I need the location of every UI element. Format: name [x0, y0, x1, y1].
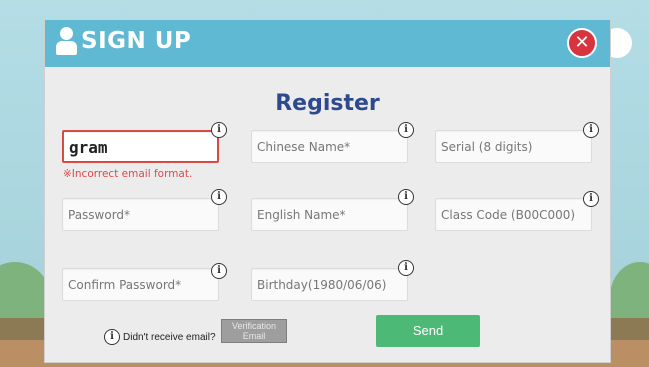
password-placeholder: Password* — [68, 208, 131, 222]
close-button[interactable]: ✕ — [567, 28, 597, 58]
email-field[interactable]: gram — [62, 130, 219, 163]
email-value: gram — [69, 138, 108, 157]
register-heading: Register — [275, 91, 380, 116]
chinese-name-placeholder: Chinese Name* — [257, 140, 351, 154]
dialog-header: SIGN UP ✕ — [45, 20, 610, 67]
english-name-field[interactable]: English Name* — [251, 198, 408, 231]
signup-dialog: SIGN UP ✕ Register gram i ※Incorrect ema… — [44, 19, 611, 363]
class-code-placeholder: Class Code (B00C000) — [441, 208, 576, 222]
serial-field[interactable]: Serial (8 digits) — [435, 130, 592, 163]
confirm-password-placeholder: Confirm Password* — [68, 278, 182, 292]
dialog-title: SIGN UP — [81, 28, 192, 54]
info-icon[interactable]: i — [211, 189, 227, 205]
info-icon[interactable]: i — [211, 263, 227, 279]
birthday-field[interactable]: Birthday(1980/06/06) — [251, 268, 408, 301]
verification-email-button[interactable]: Verification Email — [221, 319, 287, 343]
info-icon[interactable]: i — [398, 189, 414, 205]
confirm-password-field[interactable]: Confirm Password* — [62, 268, 219, 301]
info-icon[interactable]: i — [583, 191, 599, 207]
chinese-name-field[interactable]: Chinese Name* — [251, 130, 408, 163]
send-button[interactable]: Send — [376, 315, 480, 347]
email-error-message: ※Incorrect email format. — [63, 168, 193, 180]
english-name-placeholder: English Name* — [257, 208, 346, 222]
class-code-field[interactable]: Class Code (B00C000) — [435, 198, 592, 231]
info-icon[interactable]: i — [398, 260, 414, 276]
birthday-placeholder: Birthday(1980/06/06) — [257, 278, 387, 292]
serial-placeholder: Serial (8 digits) — [441, 140, 533, 154]
info-icon[interactable]: i — [398, 122, 414, 138]
info-icon[interactable]: i — [211, 122, 227, 138]
password-field[interactable]: Password* — [62, 198, 219, 231]
info-icon[interactable]: i — [104, 329, 120, 345]
info-icon[interactable]: i — [583, 122, 599, 138]
didnt-receive-email-text: Didn't receive email? — [123, 332, 216, 343]
user-icon — [55, 27, 77, 59]
